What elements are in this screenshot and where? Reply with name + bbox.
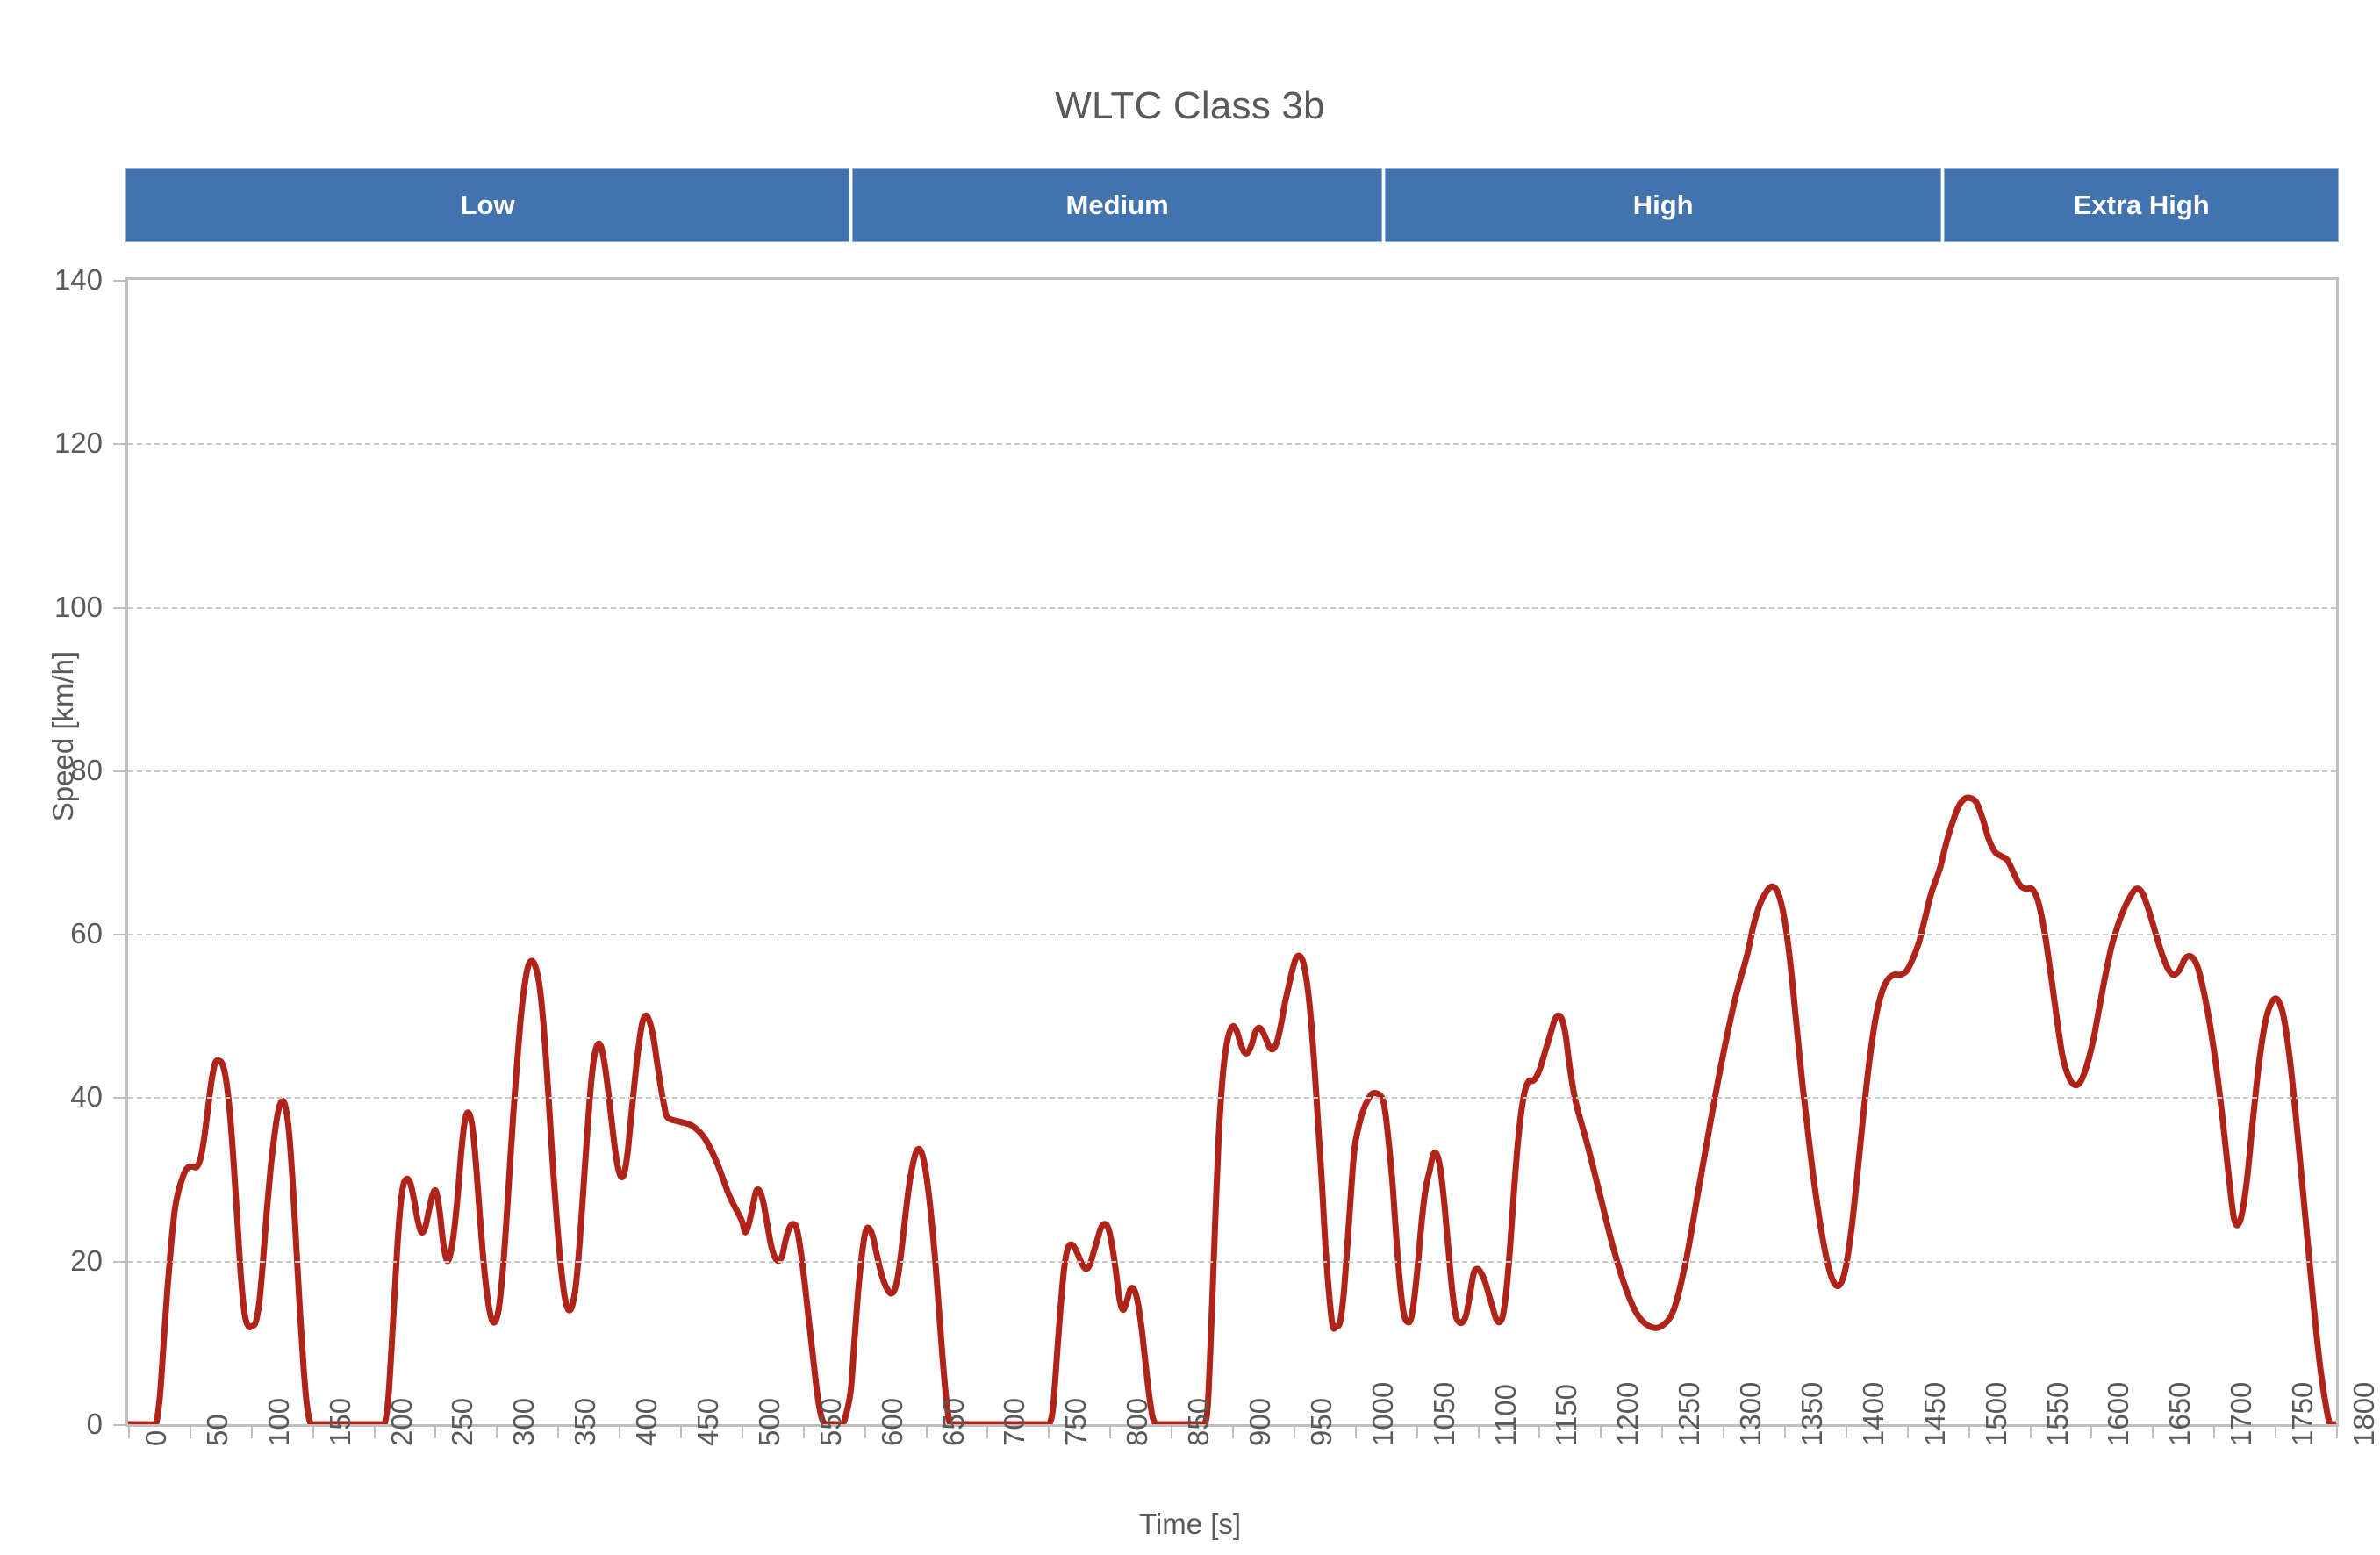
x-tick-label: 400 [630,1397,663,1446]
x-tick-label: 1100 [1488,1384,1522,1446]
x-tick-label: 1000 [1366,1381,1399,1446]
x-tick-label: 1150 [1550,1384,1583,1446]
x-tick-label: 200 [384,1397,418,1446]
x-tick-label: 500 [752,1397,785,1446]
x-tick-mark-1300 [1723,1427,1725,1438]
x-tick-label: 1550 [2040,1381,2074,1446]
x-tick-label: 100 [262,1397,295,1446]
x-tick-label: 450 [692,1397,724,1446]
x-tick-mark-900 [1232,1427,1234,1438]
x-tick-mark-1200 [1600,1427,1602,1438]
x-tick-label: 350 [569,1397,602,1446]
x-tick-mark-1400 [1845,1427,1847,1438]
x-tick-label: 650 [936,1397,970,1446]
x-tick-label: 1350 [1796,1381,1828,1446]
x-tick-mark-1500 [1968,1427,1970,1438]
x-tick-mark-1450 [1906,1427,1909,1438]
x-tick-label: 1450 [1918,1381,1951,1446]
x-tick-label: 850 [1182,1397,1215,1446]
x-tick-mark-1750 [2275,1427,2277,1438]
x-tick-mark-700 [986,1427,989,1438]
x-tick-mark-450 [680,1427,682,1438]
x-tick-mark-650 [925,1427,928,1438]
x-tick-mark-1000 [1354,1427,1357,1438]
x-tick-label: 1600 [2102,1381,2135,1446]
x-tick-mark-200 [373,1427,376,1438]
x-tick-label: 1200 [1611,1381,1645,1446]
x-tick-mark-400 [619,1427,621,1438]
chart-root: WLTC Class 3b Low Medium High Extra High 02… [0,0,2380,1555]
x-tick-label: 900 [1244,1397,1276,1446]
x-tick-label: 950 [1304,1397,1337,1446]
x-tick-mark-1650 [2152,1427,2154,1438]
x-tick-label: 1400 [1856,1381,1889,1446]
x-tick-label: 550 [814,1397,847,1446]
x-tick-mark-100 [250,1427,253,1438]
x-axis-ticks: 0 50 100 150 200 250 300 350 400 450 500 550 600 650 7… [0,0,2380,1555]
x-tick-mark-250 [434,1427,437,1438]
x-tick-mark-600 [864,1427,866,1438]
x-tick-label: 1650 [2163,1381,2197,1446]
x-tick-label: 1300 [1734,1381,1767,1446]
x-tick-mark-950 [1293,1427,1295,1438]
x-tick-label: 600 [875,1397,908,1446]
x-tick-label: 1700 [2225,1381,2258,1446]
x-tick-mark-350 [557,1427,560,1438]
x-tick-label: 250 [446,1397,479,1446]
x-tick-mark-1700 [2213,1427,2216,1438]
x-axis-title: Time [s] [1138,1508,1242,1540]
x-tick-mark-1350 [1784,1427,1786,1438]
x-tick-label: 50 [200,1414,233,1446]
x-tick-mark-1600 [2090,1427,2093,1438]
x-tick-mark-1100 [1477,1427,1480,1438]
x-tick-mark-850 [1171,1427,1173,1438]
x-tick-label: 800 [1121,1397,1154,1446]
x-tick-label: 150 [323,1397,356,1446]
x-tick-mark-0 [128,1427,130,1438]
x-tick-label: 1500 [1979,1381,2012,1446]
x-tick-mark-50 [189,1427,191,1438]
x-tick-mark-300 [496,1427,498,1438]
x-tick-mark-1550 [2029,1427,2032,1438]
x-tick-label: 1800 [2348,1381,2380,1446]
x-tick-mark-1250 [1661,1427,1664,1438]
x-tick-mark-500 [741,1427,743,1438]
x-tick-label: 1750 [2286,1381,2319,1446]
x-tick-mark-750 [1048,1427,1050,1438]
x-tick-label: 300 [507,1397,541,1446]
x-tick-label: 0 [140,1430,172,1446]
x-tick-mark-1800 [2336,1427,2338,1438]
x-tick-label: 1050 [1427,1381,1460,1446]
x-tick-label: 700 [998,1397,1031,1446]
x-tick-mark-1050 [1416,1427,1418,1438]
x-tick-mark-1150 [1538,1427,1541,1438]
x-tick-label: 750 [1059,1397,1093,1446]
x-tick-mark-550 [802,1427,805,1438]
x-tick-label: 1250 [1673,1381,1706,1446]
x-tick-mark-800 [1109,1427,1112,1438]
x-tick-mark-150 [312,1427,314,1438]
